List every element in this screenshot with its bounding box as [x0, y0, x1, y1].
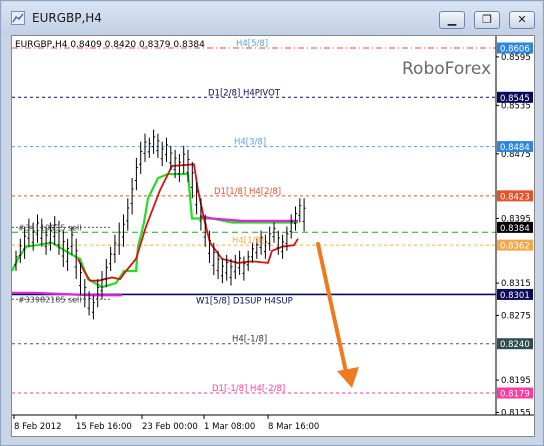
price-box-label: 0.8362	[500, 242, 530, 252]
restore-icon: ❐	[482, 13, 492, 26]
level-label: D1[1/8] H4[2/8]	[214, 187, 281, 197]
watermark-logo: RoboForex	[402, 59, 491, 79]
time-tick-label: 1 Mar 08:00	[204, 422, 255, 432]
window-title: EURGBP,H4	[32, 11, 102, 25]
forecast-arrow	[316, 242, 359, 388]
price-tick-label: 0.8195	[501, 376, 531, 386]
level-label: H4[1/8]	[232, 236, 264, 246]
price-box-label: 0.8545	[500, 94, 530, 104]
price-box-label: 0.8301	[500, 291, 530, 301]
level-label: H4[5/8]	[236, 39, 268, 49]
price-box-label: 0.8423	[500, 192, 530, 202]
chart-area[interactable]: H4[5/8] D1[2/8] H4PIVOT H4[3/8] D1[1/8] H4[…	[11, 35, 535, 437]
price-tick-label: 0.8275	[501, 311, 531, 321]
time-tick-label: 8 Mar 16:00	[268, 422, 319, 432]
level-label: H4[3/8]	[234, 138, 266, 148]
price-axis: 0.85950.85350.84750.83950.83150.82750.81…	[496, 42, 533, 418]
price-box-label: 0.8384	[500, 224, 530, 234]
price-tick-label: 0.8315	[501, 279, 531, 289]
price-box-label: 0.8179	[500, 390, 530, 400]
price-box-label: 0.8484	[500, 143, 530, 153]
price-box-label: 0.8240	[500, 340, 530, 350]
price-box-label: 0.8606	[500, 45, 530, 55]
level-label: D1[-1/8] H4[-2/8]	[212, 384, 285, 394]
time-tick-label: 8 Feb 2012	[14, 422, 62, 432]
magenta-indicator-line-right	[199, 214, 298, 223]
level-label: W1[5/8] D1SUP H4SUP	[196, 296, 293, 306]
level-label: D1[2/8] H4PIVOT	[208, 88, 281, 98]
time-tick-label: 23 Feb 00:00	[142, 422, 198, 432]
time-axis: 8 Feb 2012 15 Feb 16:00 23 Feb 00:00 1 Mar …	[13, 415, 319, 432]
close-button[interactable]: ✕	[509, 11, 535, 29]
restore-button[interactable]: ❐	[474, 11, 500, 29]
chart-window-icon	[11, 11, 25, 25]
price-chart[interactable]: H4[5/8] D1[2/8] H4PIVOT H4[3/8] D1[1/8] H4[…	[11, 36, 534, 436]
minimize-button[interactable]: ▁	[439, 11, 465, 29]
forecast-arrow-head	[337, 367, 359, 388]
title-bar[interactable]: EURGBP,H4 ▁ ❐ ✕	[2, 2, 542, 35]
price-tick-label: 0.8155	[501, 408, 531, 418]
order-label: #33982185 sell	[18, 295, 82, 304]
order-label: #34119935 sell	[18, 223, 82, 232]
level-labels: H4[5/8] D1[2/8] H4PIVOT H4[3/8] D1[1/8] H4[…	[196, 39, 293, 394]
minimize-icon: ▁	[447, 13, 457, 26]
chart-header: EURGBP,H4 0.8409 0.8420 0.8379 0.8384	[15, 40, 205, 50]
forecast-arrow-shaft	[316, 242, 348, 374]
chart-window: EURGBP,H4 ▁ ❐ ✕ H4[5/8] D1[2/8] H4PIVOT H4…	[0, 0, 544, 446]
time-tick-label: 15 Feb 16:00	[76, 422, 132, 432]
close-icon: ✕	[517, 13, 527, 26]
level-label: H4[-1/8]	[232, 335, 267, 345]
